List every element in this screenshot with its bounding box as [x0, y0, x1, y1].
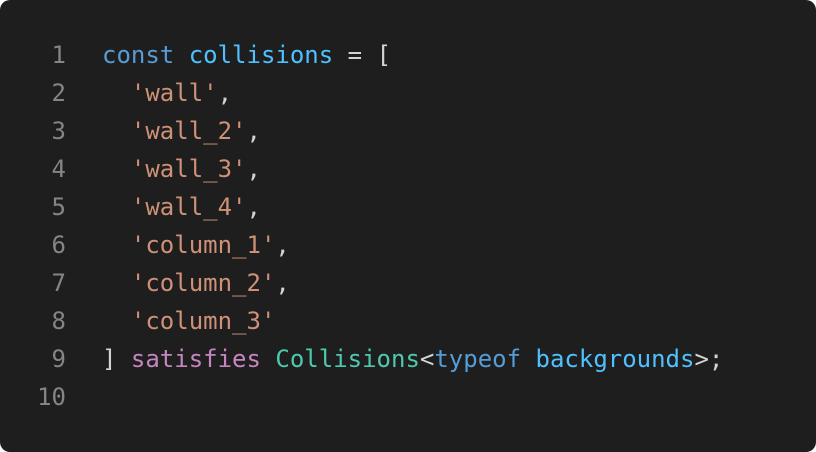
- line-content: 'wall',: [102, 74, 232, 112]
- code-line[interactable]: 9] satisfies Collisions<typeof backgroun…: [0, 340, 816, 378]
- code-token: satisfies: [130, 345, 261, 373]
- code-token: <: [419, 345, 435, 373]
- line-content: 'column_2',: [102, 264, 290, 302]
- code-line[interactable]: 6 'column_1',: [0, 226, 816, 264]
- code-token: 'wall': [130, 79, 218, 107]
- code-line[interactable]: 10: [0, 378, 816, 416]
- line-content: 'wall_2',: [102, 112, 261, 150]
- code-editor: 1 const collisions = [2 'wall', 3 'wall_2'…: [0, 0, 816, 452]
- line-content: const collisions = [: [102, 36, 391, 74]
- code-token: ,: [275, 231, 290, 259]
- code-token: >;: [694, 345, 724, 373]
- line-number: 7: [51, 269, 66, 297]
- line-number: 3: [51, 117, 66, 145]
- line-number: 1: [51, 41, 66, 69]
- code-line[interactable]: 5 'wall_4',: [0, 188, 816, 226]
- code-line[interactable]: 1 const collisions = [: [0, 36, 816, 74]
- code-token: Collisions: [275, 345, 420, 373]
- code-token: 'column_2': [130, 269, 276, 297]
- code-token: ,: [246, 193, 261, 221]
- code-token: 'column_3': [130, 307, 276, 335]
- code-token: 'column_1': [130, 231, 276, 259]
- code-line[interactable]: 4 'wall_3',: [0, 150, 816, 188]
- line-number: 9: [51, 345, 66, 373]
- line-number: 5: [51, 193, 66, 221]
- code-line[interactable]: 8 'column_3': [0, 302, 816, 340]
- line-number: 10: [37, 383, 66, 411]
- code-line[interactable]: 3 'wall_2',: [0, 112, 816, 150]
- code-line[interactable]: 2 'wall',: [0, 74, 816, 112]
- code-token: =: [333, 41, 377, 69]
- line-content: 'column_3': [102, 302, 276, 340]
- code-token: ,: [246, 117, 261, 145]
- code-area[interactable]: 1 const collisions = [2 'wall', 3 'wall_2'…: [0, 36, 816, 416]
- line-content: ] satisfies Collisions<typeof background…: [102, 340, 723, 378]
- code-token: 'wall_3': [130, 155, 247, 183]
- line-number: 6: [51, 231, 66, 259]
- code-token: collisions: [188, 41, 334, 69]
- line-content: 'wall_4',: [102, 188, 261, 226]
- code-token: ]: [102, 345, 117, 373]
- code-token: const: [102, 41, 175, 69]
- code-token: 'wall_4': [130, 193, 247, 221]
- code-token: ,: [275, 269, 290, 297]
- code-line[interactable]: 7 'column_2',: [0, 264, 816, 302]
- code-token: [: [376, 41, 392, 69]
- code-token: typeof: [434, 345, 522, 373]
- code-token: 'wall_2': [130, 117, 247, 145]
- line-content: 'wall_3',: [102, 150, 261, 188]
- line-number: 8: [51, 307, 66, 335]
- line-content: 'column_1',: [102, 226, 290, 264]
- code-token: ,: [246, 155, 261, 183]
- line-number: 2: [51, 79, 66, 107]
- code-token: ,: [217, 79, 233, 107]
- code-token: backgrounds: [535, 345, 695, 373]
- line-number: 4: [51, 155, 66, 183]
